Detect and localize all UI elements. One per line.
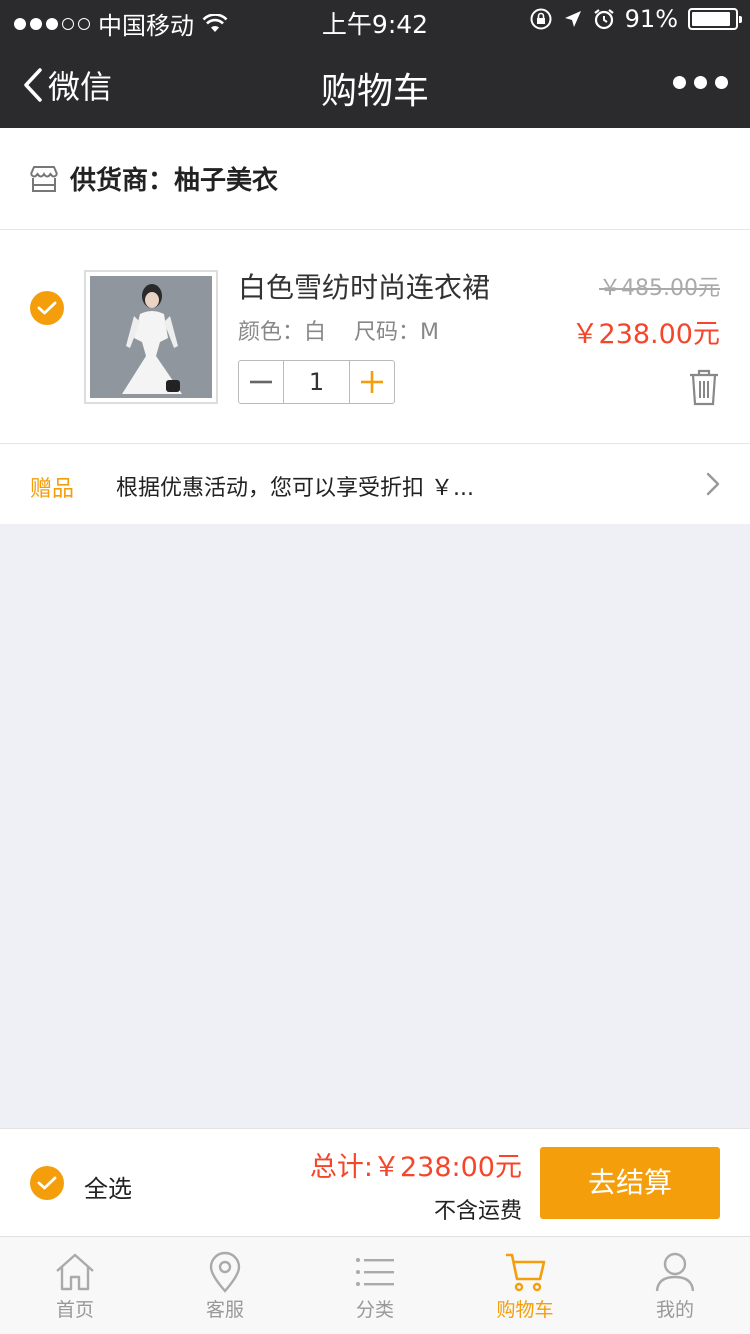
tab-label: 我的: [655, 1299, 694, 1321]
alarm-icon: [593, 9, 614, 30]
store-icon: [30, 165, 58, 192]
user-icon: [655, 1252, 695, 1292]
delete-item-icon[interactable]: [688, 368, 720, 406]
item-select-checkbox[interactable]: [30, 291, 64, 325]
tab-home[interactable]: 首页: [0, 1237, 150, 1334]
checkmark-icon: [37, 301, 57, 315]
select-all-label[interactable]: 全选: [84, 1169, 132, 1204]
checkmark-icon: [37, 1176, 57, 1190]
original-price: ￥485.00元: [599, 276, 720, 301]
sale-price: ￥238.00元: [571, 319, 720, 350]
tab-profile[interactable]: 我的: [600, 1237, 750, 1334]
supplier-name: 供货商：柚子美衣: [70, 166, 279, 196]
checkout-button[interactable]: 去结算: [540, 1147, 720, 1219]
plus-icon: [361, 371, 383, 393]
checkout-bar: 全选 总计:￥238:00元 不含运费 去结算: [0, 1128, 750, 1236]
gift-promotion-row[interactable]: 赠品 根据优惠活动，您可以享受折扣 ￥...: [0, 444, 750, 524]
navigation-bar: 微信 购物车: [0, 40, 750, 128]
tab-label: 客服: [205, 1299, 244, 1321]
quantity-stepper: 1: [238, 360, 395, 404]
battery-percent: 91%: [624, 5, 678, 33]
product-size: 尺码：M: [354, 320, 439, 345]
tab-label: 首页: [55, 1299, 94, 1321]
product-specs: 颜色：白 尺码：M: [238, 314, 439, 346]
page-title: 购物车: [320, 71, 429, 112]
product-image[interactable]: [84, 270, 218, 404]
increase-quantity-button[interactable]: [350, 361, 394, 403]
gift-description: 根据优惠活动，您可以享受折扣 ￥...: [116, 476, 474, 501]
product-color: 颜色：白: [238, 320, 327, 345]
more-options-button[interactable]: [673, 76, 728, 89]
tab-customer-service[interactable]: 客服: [150, 1237, 300, 1334]
shipping-note: 不含运费: [433, 1199, 522, 1224]
product-name[interactable]: 白色雪纺时尚连衣裙: [238, 266, 490, 306]
list-icon: [356, 1258, 394, 1286]
top-bar: 中国移动 上午9:42 91% 微信 购物车: [0, 0, 750, 128]
status-bar: 中国移动 上午9:42 91%: [0, 0, 750, 40]
tab-bar: 首页 客服 分类 购物车 我的: [0, 1236, 750, 1334]
home-icon: [56, 1253, 94, 1291]
tab-cart[interactable]: 购物车: [450, 1237, 600, 1334]
cart-icon: [506, 1253, 546, 1292]
select-all-checkbox[interactable]: [30, 1166, 64, 1200]
total-price: 总计:￥238:00元: [309, 1152, 522, 1183]
tab-categories[interactable]: 分类: [300, 1237, 450, 1334]
chevron-right-icon: [706, 472, 720, 496]
quantity-value[interactable]: 1: [283, 361, 350, 403]
decrease-quantity-button[interactable]: [239, 361, 283, 403]
minus-icon: [250, 380, 272, 384]
supplier-header: 供货商：柚子美衣: [0, 128, 750, 230]
tab-label: 分类: [355, 1299, 394, 1321]
location-pin-icon: [209, 1251, 241, 1293]
product-photo: [90, 276, 212, 398]
battery-icon: [688, 8, 742, 30]
cart-item: 白色雪纺时尚连衣裙 颜色：白 尺码：M 1 ￥485.00元 ￥238.00元: [0, 230, 750, 444]
location-arrow-icon: [564, 11, 581, 27]
tab-label: 购物车: [496, 1299, 554, 1321]
gift-tag: 赠品: [30, 477, 75, 502]
orientation-lock-icon: [530, 8, 552, 30]
